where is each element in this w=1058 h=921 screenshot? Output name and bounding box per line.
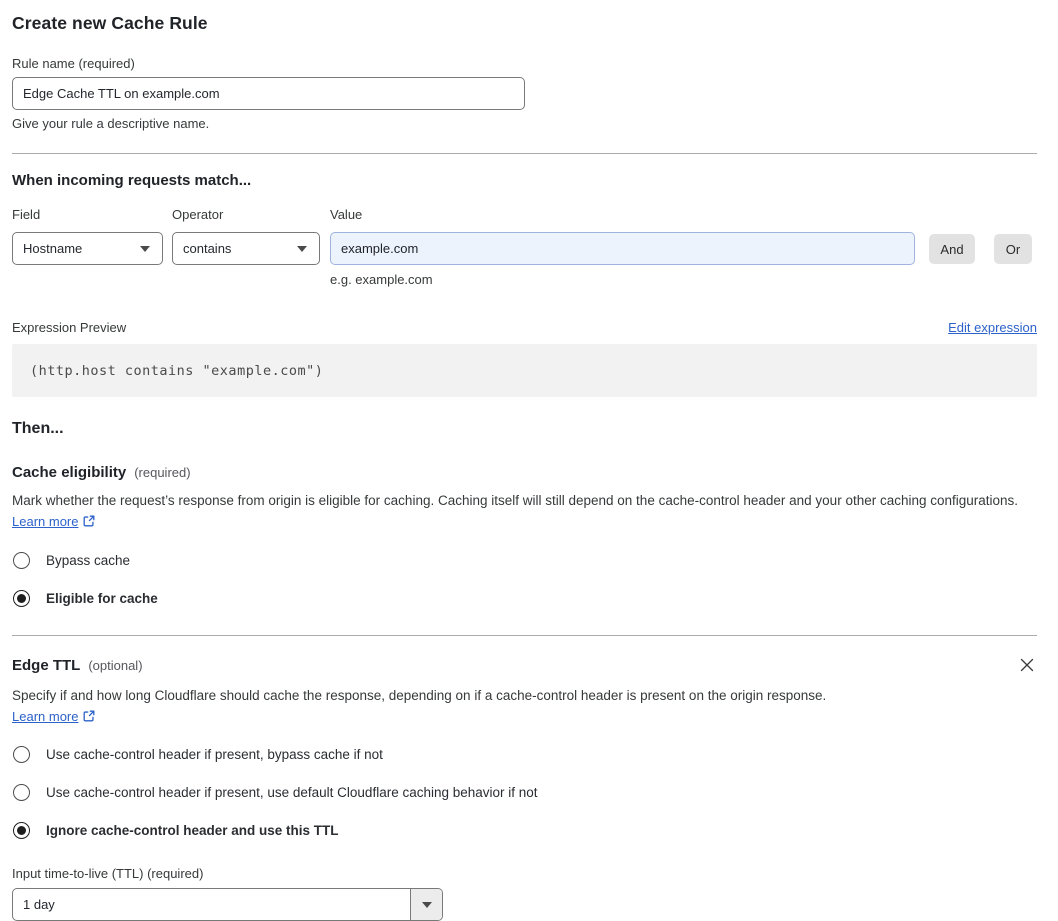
expression-preview-row: Expression Preview Edit expression xyxy=(12,320,1037,335)
radio-icon xyxy=(13,552,30,569)
operator-select-value: contains xyxy=(183,241,232,256)
value-label: Value xyxy=(330,207,363,222)
edge-ttl-qualifier: (optional) xyxy=(88,658,143,673)
edge-ttl-heading-group: Edge TTL (optional) xyxy=(12,657,143,674)
edge-ttl-heading: Edge TTL xyxy=(12,657,81,674)
learn-more-link[interactable]: Learn more xyxy=(12,709,78,724)
radio-icon xyxy=(13,784,30,801)
field-select[interactable]: Hostname xyxy=(12,232,163,265)
edge-ttl-description-text: Specify if and how long Cloudflare shoul… xyxy=(12,688,827,703)
cache-eligibility-qualifier: (required) xyxy=(134,465,191,480)
radio-eligible-for-cache[interactable]: Eligible for cache xyxy=(12,590,1037,607)
ttl-select-value: 1 day xyxy=(23,897,55,912)
value-input[interactable] xyxy=(330,232,915,265)
operator-label: Operator xyxy=(172,207,224,222)
radio-label: Use cache-control header if present, use… xyxy=(46,785,538,800)
radio-label: Bypass cache xyxy=(46,553,131,568)
radio-use-header-default[interactable]: Use cache-control header if present, use… xyxy=(12,784,1037,801)
radio-bypass-cache[interactable]: Bypass cache xyxy=(12,552,1037,569)
ttl-label: Input time-to-live (TTL) (required) xyxy=(12,866,204,881)
cache-eligibility-description-text: Mark whether the request’s response from… xyxy=(12,493,1019,508)
or-button[interactable]: Or xyxy=(994,234,1032,264)
radio-use-header-bypass[interactable]: Use cache-control header if present, byp… xyxy=(12,746,1037,763)
operator-select[interactable]: contains xyxy=(172,232,320,265)
expression-preview-label: Expression Preview xyxy=(12,320,127,335)
ttl-select[interactable]: 1 day xyxy=(12,888,443,921)
caret-down-icon xyxy=(421,901,432,908)
edge-ttl-heading-row: Edge TTL (optional) xyxy=(12,657,1037,678)
caret-down-icon xyxy=(140,245,150,252)
and-button[interactable]: And xyxy=(929,234,975,264)
edge-ttl-description: Specify if and how long Cloudflare shoul… xyxy=(12,685,848,729)
field-select-value: Hostname xyxy=(23,241,83,256)
radio-label: Ignore cache-control header and use this… xyxy=(46,823,339,838)
radio-checked-icon xyxy=(13,590,30,607)
radio-ignore-header-use-ttl[interactable]: Ignore cache-control header and use this… xyxy=(12,822,1037,839)
then-heading: Then... xyxy=(12,420,64,437)
external-link-icon xyxy=(82,513,96,534)
radio-icon xyxy=(13,746,30,763)
close-edge-ttl-button[interactable] xyxy=(1017,655,1037,678)
match-heading: When incoming requests match... xyxy=(12,172,252,189)
cache-eligibility-description: Mark whether the request’s response from… xyxy=(12,490,1037,534)
caret-down-icon xyxy=(297,245,307,252)
radio-checked-icon xyxy=(13,822,30,839)
section-divider xyxy=(12,153,1037,154)
external-link-icon xyxy=(82,708,96,729)
expression-preview-code: (http.host contains "example.com") xyxy=(12,344,1037,397)
learn-more-link[interactable]: Learn more xyxy=(12,514,78,529)
radio-label: Use cache-control header if present, byp… xyxy=(46,747,383,762)
cache-eligibility-heading-row: Cache eligibility (required) xyxy=(12,464,1037,481)
rule-name-input[interactable] xyxy=(12,77,525,110)
rule-name-label: Rule name (required) xyxy=(12,56,135,71)
match-controls-row: Hostname contains And Or xyxy=(12,232,1037,265)
cache-eligibility-heading: Cache eligibility xyxy=(12,464,127,481)
close-icon xyxy=(1019,658,1035,676)
field-label: Field xyxy=(12,207,41,222)
create-cache-rule-page: Create new Cache Rule Rule name (require… xyxy=(0,0,1058,921)
page-title: Create new Cache Rule xyxy=(12,13,208,33)
match-labels-row: Field Operator Value xyxy=(12,207,1037,222)
value-help: e.g. example.com xyxy=(330,272,433,287)
edit-expression-link[interactable]: Edit expression xyxy=(948,320,1037,335)
radio-label: Eligible for cache xyxy=(46,591,158,606)
section-divider xyxy=(12,635,1037,636)
ttl-dropdown-button[interactable] xyxy=(410,889,442,920)
rule-name-help: Give your rule a descriptive name. xyxy=(12,116,210,131)
